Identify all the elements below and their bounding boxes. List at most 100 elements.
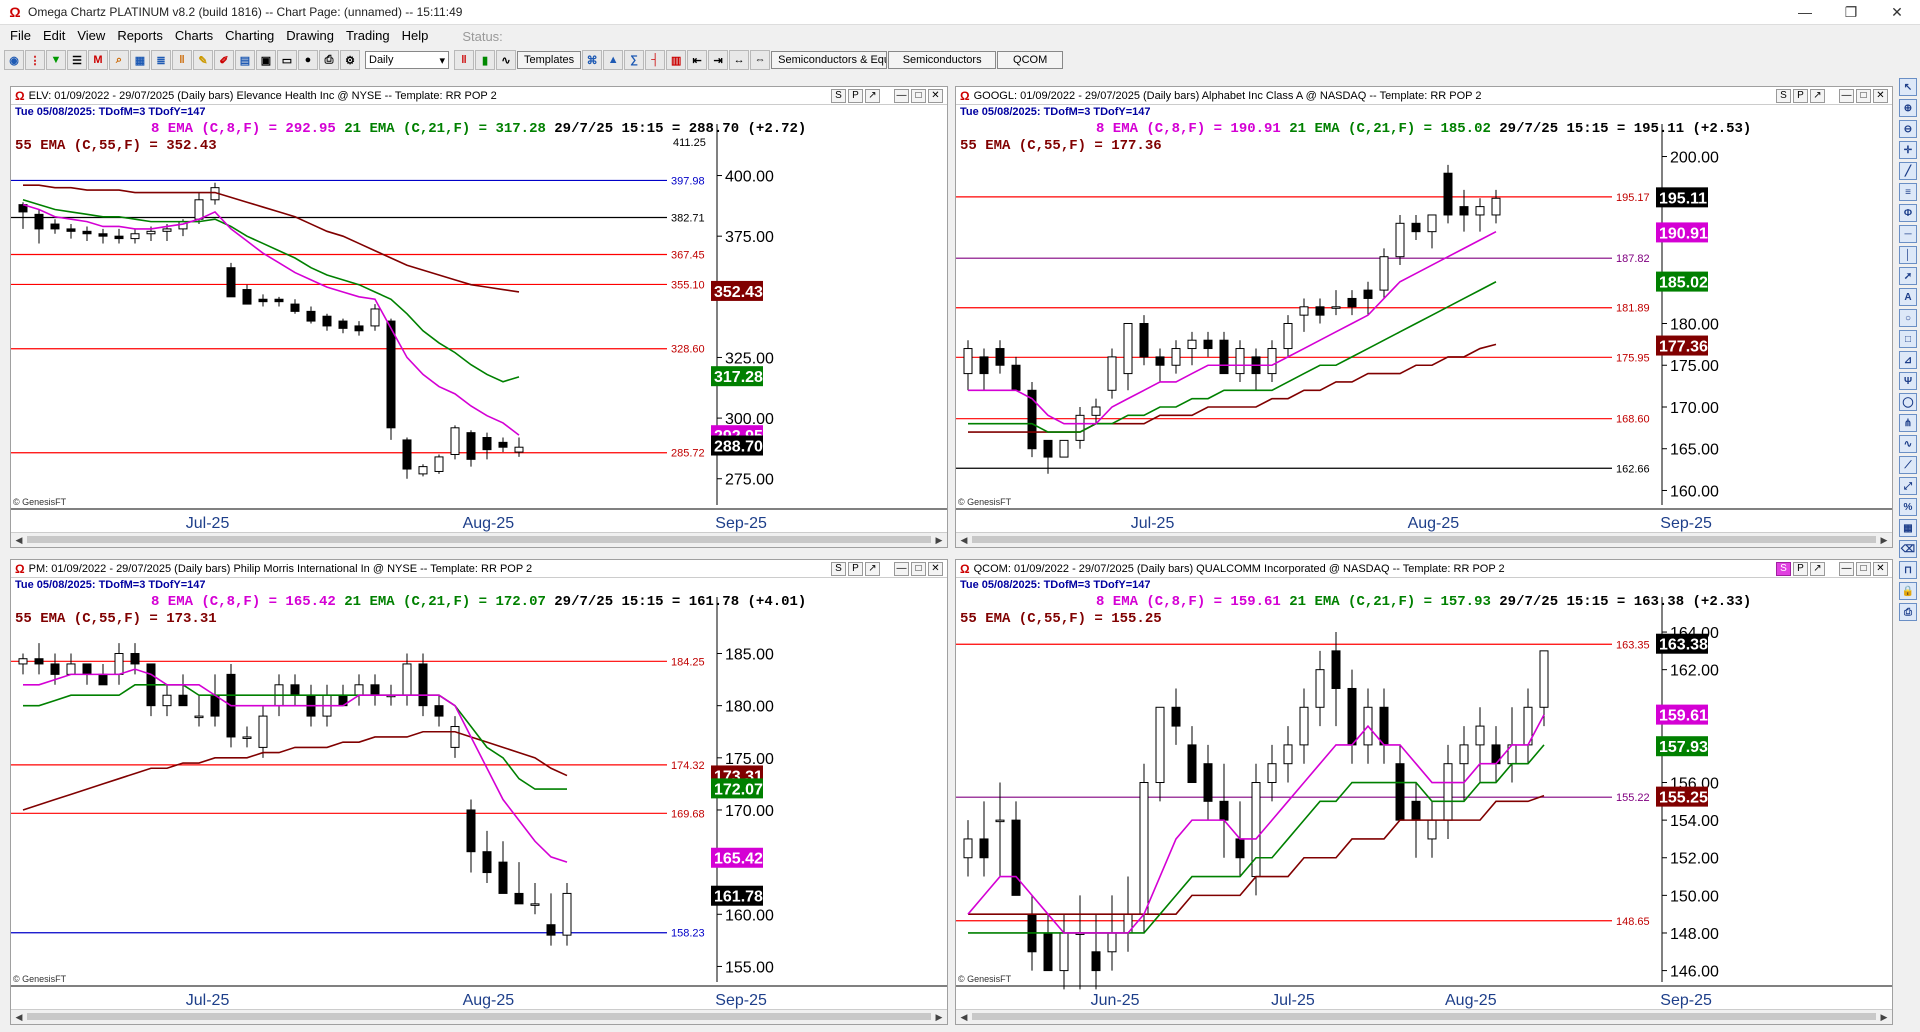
scroll-right-icon[interactable]: ▶ — [1878, 534, 1890, 546]
popout-icon[interactable]: ↗ — [865, 561, 880, 576]
chart-area[interactable]: Tue 05/08/2025: TDofM=3 TDofY=147 8 EMA (… — [11, 577, 947, 1010]
p-button[interactable]: P — [1793, 561, 1808, 576]
zoom-in-icon[interactable]: ⊕ — [1899, 99, 1917, 117]
candle[interactable] — [1027, 381, 1037, 458]
candle[interactable] — [514, 862, 524, 905]
bar-chart-icon[interactable]: ‖ — [454, 50, 474, 70]
candle[interactable] — [1379, 248, 1389, 299]
candle[interactable] — [1107, 348, 1117, 399]
candle[interactable] — [1491, 189, 1501, 224]
lock-icon[interactable]: 🔒 — [1899, 582, 1917, 600]
scroll-thumb[interactable] — [972, 536, 1876, 543]
scroll-left-icon[interactable]: ◀ — [13, 1011, 25, 1023]
candle[interactable] — [114, 228, 124, 244]
cursor-icon[interactable]: ↖ — [1899, 78, 1917, 96]
minimize-panel-button[interactable]: — — [1839, 561, 1854, 576]
horizontal-scrollbar[interactable]: ◀ ▶ — [11, 1009, 947, 1024]
restore-button[interactable]: ❐ — [1828, 0, 1874, 24]
candle[interactable] — [1187, 331, 1197, 366]
symbol-qcom-button[interactable]: QCOM — [997, 51, 1064, 69]
percent-icon[interactable]: % — [1899, 498, 1917, 516]
scroll-thumb[interactable] — [27, 1013, 931, 1020]
candle[interactable] — [1299, 688, 1309, 764]
s-button[interactable]: S — [831, 561, 846, 576]
candle[interactable] — [66, 224, 76, 239]
candle[interactable] — [1011, 356, 1021, 391]
settings-icon[interactable]: ⚙ — [340, 50, 360, 70]
candle[interactable] — [1411, 214, 1421, 241]
candle[interactable] — [963, 340, 973, 391]
candle[interactable] — [979, 801, 989, 877]
chart-area[interactable]: Tue 05/08/2025: TDofM=3 TDofY=147 8 EMA (… — [11, 104, 947, 533]
candle[interactable] — [979, 348, 989, 391]
candle[interactable] — [546, 893, 556, 946]
regression-icon[interactable]: ⤢ — [1899, 477, 1917, 495]
candle[interactable] — [1331, 290, 1341, 316]
candle[interactable] — [354, 321, 364, 336]
candle[interactable] — [1043, 914, 1053, 972]
maximize-panel-button[interactable]: □ — [1856, 561, 1871, 576]
candle[interactable] — [1299, 298, 1309, 332]
candle[interactable] — [162, 684, 172, 717]
candle[interactable] — [530, 882, 540, 915]
candle[interactable] — [1171, 688, 1181, 745]
menu-view[interactable]: View — [71, 25, 111, 47]
candle[interactable] — [130, 228, 140, 244]
menu-charting[interactable]: Charting — [219, 25, 280, 47]
candle[interactable] — [1475, 198, 1485, 232]
close-panel-button[interactable]: ✕ — [1873, 561, 1888, 576]
candle[interactable] — [1187, 726, 1197, 784]
s-button[interactable]: S — [831, 88, 846, 103]
report-icon[interactable]: ≣ — [151, 50, 171, 70]
candle[interactable] — [1203, 331, 1213, 357]
candle[interactable] — [1347, 669, 1357, 764]
candle[interactable] — [482, 830, 492, 883]
traffic-light-icon[interactable]: ⋮ — [25, 50, 45, 70]
candle[interactable] — [386, 318, 396, 440]
candle[interactable] — [370, 674, 380, 706]
candle[interactable] — [1475, 707, 1485, 783]
print-icon[interactable]: ⎙ — [319, 50, 339, 70]
popout-icon[interactable]: ↗ — [865, 88, 880, 103]
candle[interactable] — [498, 841, 508, 894]
scroll-left-icon[interactable]: ◀ — [958, 1011, 970, 1023]
fib-icon[interactable]: Φ — [1899, 204, 1917, 222]
candle[interactable] — [1315, 650, 1325, 727]
candle[interactable] — [66, 653, 76, 675]
candle[interactable] — [1523, 688, 1533, 764]
ohlc-icon[interactable]: ┤ — [645, 50, 666, 70]
candle[interactable] — [1267, 340, 1277, 382]
candle[interactable] — [1251, 348, 1261, 391]
grid-view-icon[interactable]: ▣ — [256, 50, 276, 70]
hline-icon[interactable]: ─ — [1899, 225, 1917, 243]
candle[interactable] — [514, 437, 524, 457]
candle[interactable] — [338, 318, 348, 334]
candle[interactable] — [290, 299, 300, 314]
candle[interactable] — [354, 674, 364, 706]
candle[interactable] — [1491, 726, 1501, 783]
fit-icon[interactable]: ↔ — [729, 50, 750, 70]
candle[interactable] — [1075, 406, 1085, 449]
horizontal-scrollbar[interactable]: ◀ ▶ — [11, 532, 947, 547]
candle[interactable] — [1251, 763, 1261, 896]
candle-chart-icon[interactable]: ▮ — [475, 50, 495, 70]
minimize-panel-button[interactable]: — — [1839, 88, 1854, 103]
menu-trading[interactable]: Trading — [340, 25, 396, 47]
candle[interactable] — [242, 284, 252, 305]
candle[interactable] — [50, 219, 60, 234]
candle[interactable] — [1363, 281, 1373, 316]
candle[interactable] — [34, 643, 44, 675]
candle[interactable] — [258, 294, 268, 307]
maximize-panel-button[interactable]: □ — [911, 561, 926, 576]
candle[interactable] — [1155, 706, 1165, 802]
scroll-left-icon[interactable]: ◀ — [958, 534, 970, 546]
candle[interactable] — [146, 663, 156, 717]
menu-file[interactable]: File — [0, 25, 37, 47]
candle[interactable] — [1443, 164, 1453, 224]
candle[interactable] — [1443, 744, 1453, 839]
print-icon[interactable]: ⎙ — [1899, 603, 1917, 621]
candle[interactable] — [290, 674, 300, 706]
bars-icon[interactable]: ‖ — [172, 50, 192, 70]
candle[interactable] — [274, 296, 284, 307]
horizontal-scrollbar[interactable]: ◀ ▶ — [956, 532, 1892, 547]
